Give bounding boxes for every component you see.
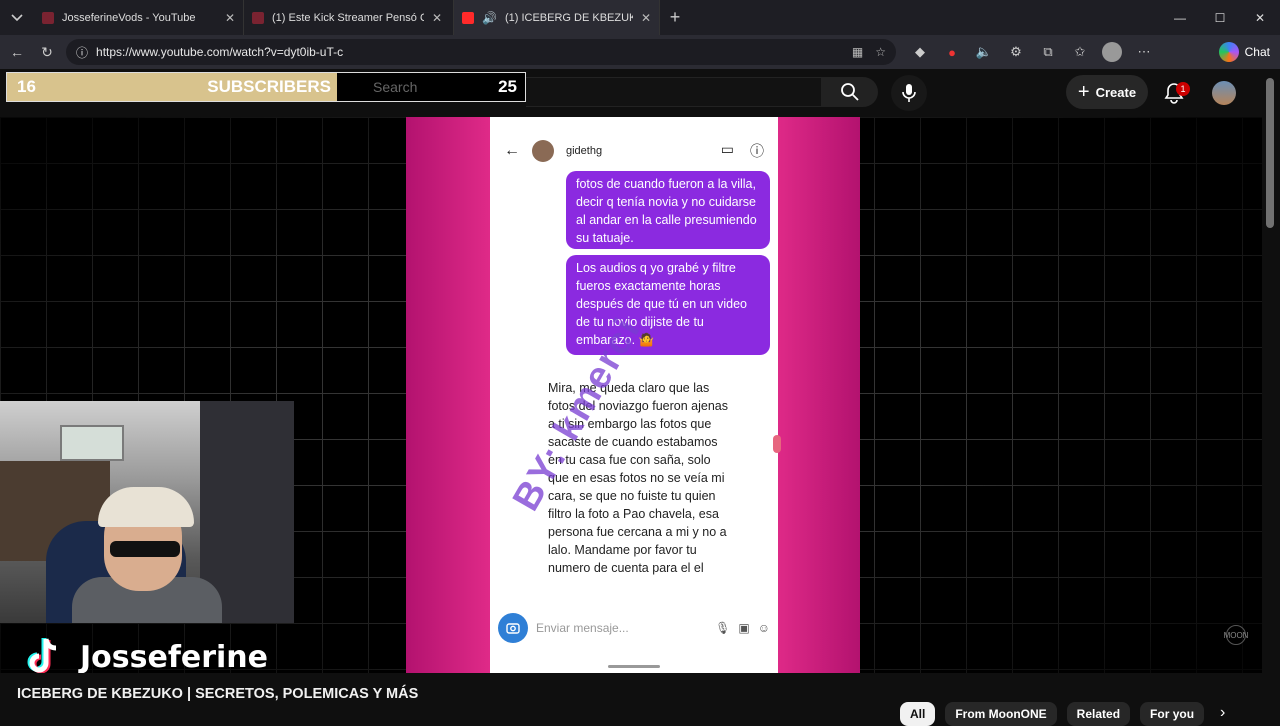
subscriber-left-count: 16	[17, 77, 36, 96]
subscriber-right-count: 25	[498, 77, 517, 96]
channel-watermark-icon[interactable]: MOON	[1223, 625, 1249, 645]
chat-bubble-outgoing: fotos de cuando fueron a la villa, decir…	[566, 171, 770, 249]
tab-title: (1) ICEBERG DE KBEZUKO | SE	[504, 11, 633, 24]
video-player[interactable]: ← gidethg ▭ ⓘ fotos de cuando fueron a l…	[0, 117, 1262, 673]
message-input-bar: Enviar mensaje... 🎙 ▣ ☺	[498, 613, 770, 643]
page-scrollbar[interactable]	[1266, 78, 1274, 228]
chevron-down-icon	[11, 13, 23, 21]
watermark-label: MOON	[1223, 630, 1249, 640]
copilot-chat-button[interactable]: Chat	[1218, 42, 1274, 62]
video-title: ICEBERG DE KBEZUKO | SECRETOS, POLEMICAS…	[17, 686, 419, 702]
extension-diamond-icon[interactable]: ◆	[910, 42, 930, 62]
chip-related[interactable]: Related	[1066, 702, 1131, 726]
chevron-right-icon[interactable]: ›	[1220, 704, 1225, 722]
message-placeholder: Enviar mensaje...	[536, 621, 629, 635]
search-icon	[841, 83, 859, 101]
wall-sign	[60, 425, 124, 461]
subscriber-counter-overlay: 16 SUBSCRIBERS Search 25	[6, 72, 526, 102]
sunglasses	[110, 541, 180, 557]
url-text: https://www.youtube.com/watch?v=dyt0ib-u…	[96, 45, 344, 59]
search-input[interactable]: Search 25	[337, 73, 525, 101]
close-tab-icon[interactable]: ✕	[225, 11, 235, 25]
sticker-icon: ☺	[757, 621, 770, 635]
subscriber-counter-left: 16 SUBSCRIBERS	[7, 73, 337, 101]
youtube-favicon-icon	[42, 11, 54, 24]
tab-title: JosseferineVods - YouTube	[62, 11, 196, 24]
more-options-icon[interactable]: ⋯	[1134, 42, 1154, 62]
search-button[interactable]	[822, 77, 878, 107]
phone-screenshot: ← gidethg ▭ ⓘ fotos de cuando fueron a l…	[490, 117, 778, 673]
search-input-extension[interactable]	[526, 77, 822, 107]
favorite-star-icon[interactable]: ☆	[875, 45, 886, 59]
create-button[interactable]: + Create	[1066, 75, 1148, 109]
copilot-icon	[1218, 42, 1239, 62]
notification-badge: 1	[1176, 82, 1190, 96]
mic-icon: 🎙	[715, 621, 731, 635]
split-screen-icon[interactable]: ⧉	[1038, 42, 1058, 62]
account-avatar[interactable]	[1212, 81, 1236, 105]
chip-all[interactable]: All	[900, 702, 936, 726]
profile-avatar-icon[interactable]	[1102, 42, 1122, 62]
chip-from-moonone[interactable]: From MoonONE	[945, 702, 1057, 726]
close-window-icon[interactable]: ✕	[1240, 0, 1280, 35]
address-toolbar: ← ↻ ⓘ https://www.youtube.com/watch?v=dy…	[0, 35, 1280, 69]
back-arrow-icon: ←	[504, 142, 520, 159]
home-indicator	[608, 665, 660, 668]
browser-tab-strip: JosseferineVods - YouTube ✕ (1) Este Kic…	[0, 0, 1280, 35]
contact-avatar	[532, 140, 554, 162]
close-tab-icon[interactable]: ✕	[432, 11, 442, 25]
pink-marker	[773, 435, 781, 453]
camera-icon	[498, 613, 528, 643]
youtube-favicon-icon	[252, 11, 264, 24]
tiktok-name: Josseferine	[80, 639, 269, 674]
tiktok-handle: Josseferine	[22, 635, 268, 673]
cap	[98, 487, 194, 527]
voice-search-button[interactable]	[891, 75, 927, 111]
contact-name: gidethg	[566, 145, 603, 157]
favorites-icon[interactable]: ✩	[1070, 42, 1090, 62]
chip-for-you[interactable]: For you	[1140, 702, 1205, 726]
address-bar[interactable]: ⓘ https://www.youtube.com/watch?v=dyt0ib…	[66, 39, 896, 65]
create-label: Create	[1095, 84, 1137, 100]
extension-red-icon[interactable]: ●	[942, 42, 962, 62]
chat-header: ← gidethg ▭ ⓘ	[490, 133, 778, 169]
tab-kick-streamer[interactable]: (1) Este Kick Streamer Pensó Que l ✕	[244, 0, 454, 35]
window-controls: — ☐ ✕	[1160, 0, 1280, 35]
tiktok-logo-icon	[27, 638, 57, 673]
site-info-icon[interactable]: ⓘ	[76, 44, 88, 61]
reader-mode-icon[interactable]: ▦	[852, 45, 863, 59]
subscriber-label: SUBSCRIBERS	[207, 77, 331, 96]
plus-icon: +	[1077, 80, 1090, 103]
close-tab-icon[interactable]: ✕	[641, 11, 651, 25]
extensions-bar: ◆ ● 🔈 ⚙ ⧉ ✩ ⋯	[910, 42, 1154, 62]
search-placeholder: Search	[373, 79, 418, 95]
back-icon[interactable]: ←	[6, 44, 28, 60]
new-tab-button[interactable]: +	[660, 7, 690, 28]
extensions-puzzle-icon[interactable]: ⚙	[1006, 42, 1026, 62]
webcam-overlay	[0, 401, 294, 623]
gallery-icon: ▣	[738, 621, 750, 635]
minimize-icon[interactable]: —	[1160, 0, 1200, 35]
reload-icon[interactable]: ↻	[36, 44, 58, 61]
tab-actions-menu[interactable]	[0, 0, 34, 35]
youtube-favicon-icon	[462, 11, 474, 24]
video-call-icon: ▭	[720, 141, 734, 157]
tab-josseferinevods[interactable]: JosseferineVods - YouTube ✕	[34, 0, 244, 35]
related-filter-chips: All From MoonONE Related For you	[900, 702, 1205, 726]
info-icon: ⓘ	[750, 143, 764, 159]
audio-playing-icon[interactable]: 🔊	[482, 11, 497, 25]
extension-speaker-icon[interactable]: 🔈	[974, 42, 994, 62]
microphone-icon	[902, 84, 916, 102]
maximize-icon[interactable]: ☐	[1200, 0, 1240, 35]
tab-iceberg-active[interactable]: 🔊 (1) ICEBERG DE KBEZUKO | SE ✕	[454, 0, 660, 35]
chat-label: Chat	[1244, 45, 1270, 59]
tab-title: (1) Este Kick Streamer Pensó Que l	[272, 11, 424, 24]
youtube-header: 16 SUBSCRIBERS Search 25 + Create	[0, 69, 1280, 117]
